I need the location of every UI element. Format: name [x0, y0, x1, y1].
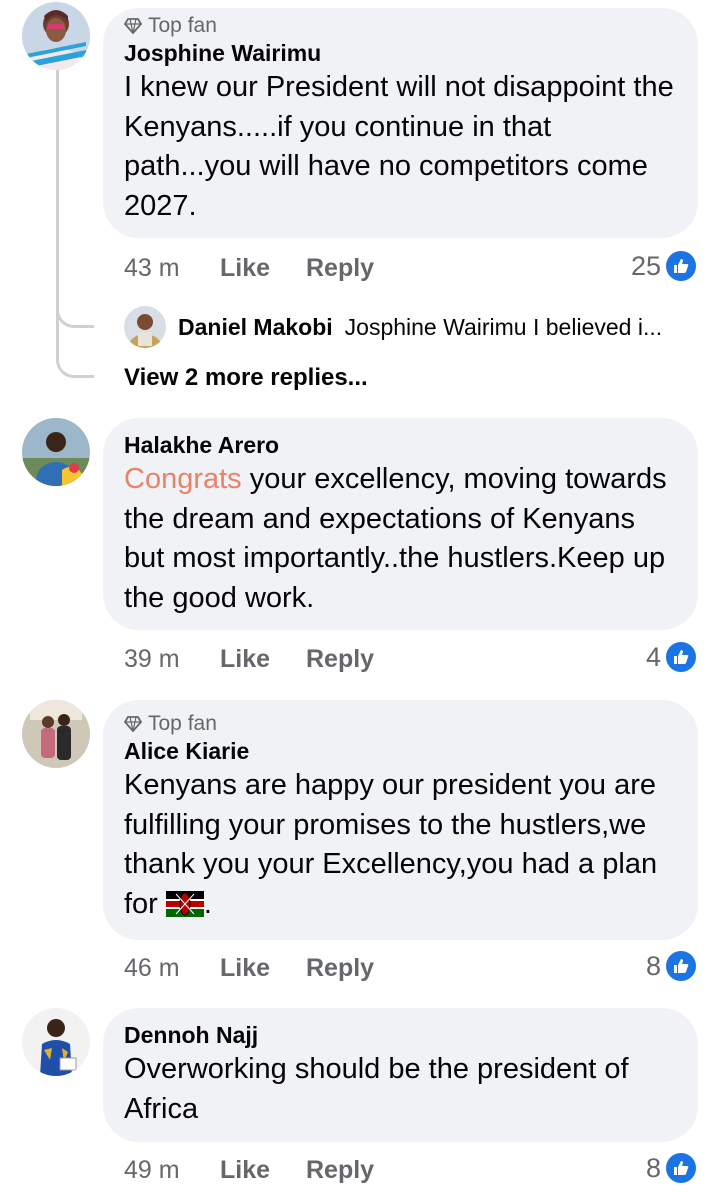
comment-text: Congrats your excellency, moving towards… [124, 460, 678, 618]
reaction-count[interactable]: 8 [646, 1150, 698, 1186]
comment-time[interactable]: 43 m [124, 254, 220, 283]
reply-preview[interactable]: Daniel Makobi Josphine Wairimu I believe… [124, 306, 662, 348]
reply-button[interactable]: Reply [306, 254, 374, 283]
top-fan-badge: Top fan [124, 14, 678, 38]
comment-author[interactable]: Alice Kiarie [124, 736, 678, 766]
reaction-number: 4 [645, 641, 661, 672]
comment-time[interactable]: 49 m [124, 1156, 220, 1185]
comment-text: Kenyans are happy our president you are … [124, 766, 678, 924]
avatar[interactable] [22, 2, 90, 70]
comment-bubble: Top fan Josphine Wairimu I knew our Pres… [103, 8, 698, 238]
reaction-number: 25 [630, 250, 661, 281]
comment-actions: 46 m Like Reply [124, 950, 374, 986]
comment-time[interactable]: 46 m [124, 954, 220, 983]
comment-author[interactable]: Dennoh Najj [124, 1020, 678, 1050]
kenya-flag-icon [165, 890, 204, 917]
comment-author[interactable]: Josphine Wairimu [124, 38, 678, 68]
thread-elbow-more [56, 328, 94, 378]
top-fan-badge: Top fan [124, 712, 678, 736]
comment-actions: 49 m Like Reply [124, 1152, 374, 1188]
thumbs-up-icon [664, 949, 698, 983]
comment-author[interactable]: Halakhe Arero [124, 430, 678, 460]
comment-actions: 43 m Like Reply [124, 250, 374, 286]
comment-time[interactable]: 39 m [124, 645, 220, 674]
badge-label: Top fan [148, 712, 217, 735]
thread-elbow-reply [56, 290, 94, 328]
like-button[interactable]: Like [220, 645, 306, 674]
reaction-count[interactable]: 8 [646, 948, 698, 984]
like-button[interactable]: Like [220, 254, 306, 283]
reply-button[interactable]: Reply [306, 645, 374, 674]
reply-button[interactable]: Reply [306, 1156, 374, 1185]
view-more-replies[interactable]: View 2 more replies... [124, 364, 368, 392]
reaction-count[interactable]: 4 [646, 639, 698, 675]
thumbs-up-icon [664, 249, 698, 283]
reply-author[interactable]: Daniel Makobi [178, 314, 333, 341]
comment-bubble: Dennoh Najj Overworking should be the pr… [103, 1008, 698, 1142]
comment-bubble: Halakhe Arero Congrats your excellency, … [103, 418, 698, 630]
comment-text: Overworking should be the president of A… [124, 1053, 629, 1125]
reply-avatar[interactable] [124, 306, 166, 348]
diamond-icon [124, 18, 142, 35]
reaction-count[interactable]: 25 [631, 248, 698, 284]
reply-text: Josphine Wairimu I believed i... [344, 313, 663, 340]
reaction-number: 8 [645, 950, 661, 981]
reaction-number: 8 [645, 1152, 661, 1183]
thumbs-up-icon [664, 1151, 698, 1185]
comment-text: I knew our President will not disappoint… [124, 71, 674, 222]
reply-button[interactable]: Reply [306, 954, 374, 983]
avatar[interactable] [22, 1008, 90, 1076]
comment-end: . [203, 887, 212, 920]
diamond-icon [124, 716, 142, 733]
comment-bubble: Top fan Alice Kiarie Kenyans are happy o… [103, 700, 698, 940]
avatar[interactable] [22, 700, 90, 768]
like-button[interactable]: Like [220, 954, 306, 983]
badge-label: Top fan [148, 14, 217, 37]
comment-highlight: Congrats [124, 463, 242, 495]
thumbs-up-icon [664, 640, 698, 674]
like-button[interactable]: Like [220, 1156, 306, 1185]
avatar[interactable] [22, 418, 90, 486]
comment-actions: 39 m Like Reply [124, 641, 374, 677]
